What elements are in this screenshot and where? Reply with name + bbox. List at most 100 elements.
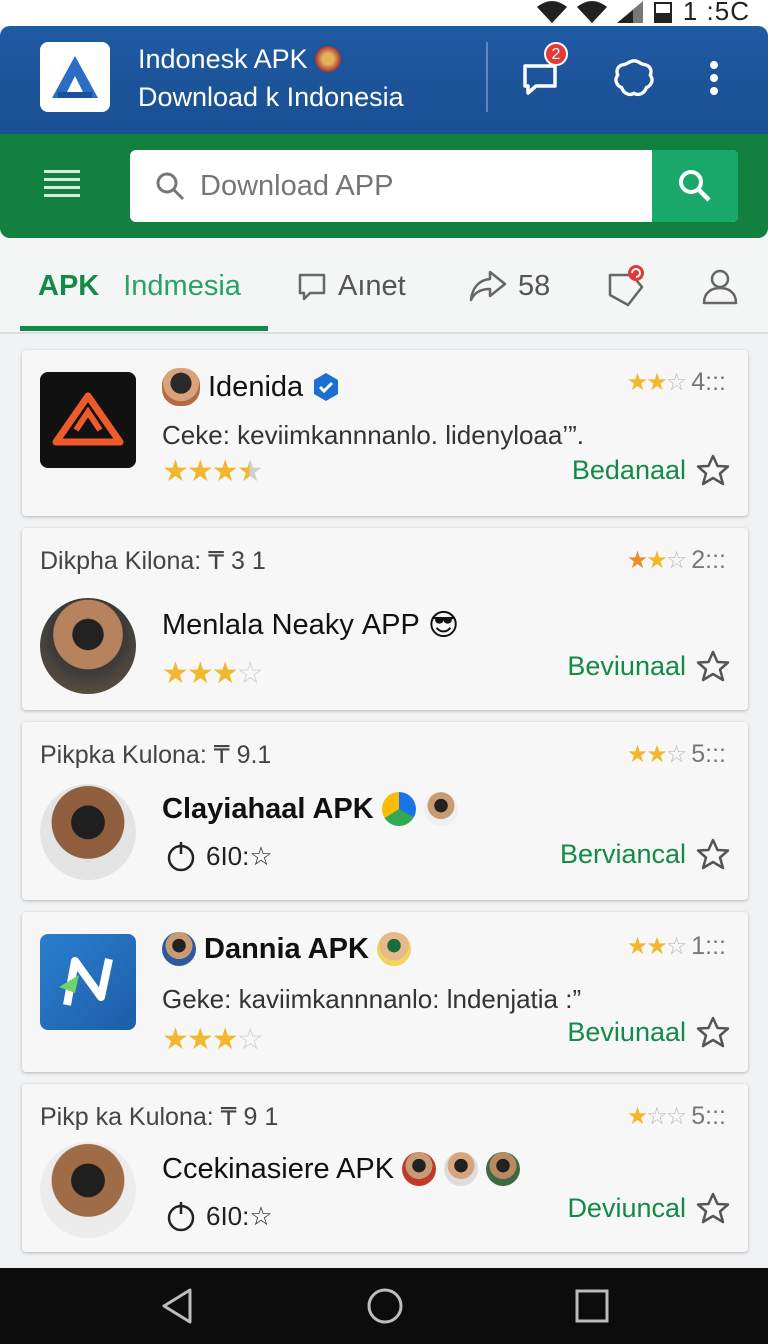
developer-avatar — [40, 598, 136, 694]
app-icon — [40, 372, 136, 468]
tab-apk[interactable]: APK Indmesia — [38, 238, 241, 334]
download-action-label: Berviancal — [559, 838, 686, 869]
tag-icon — [608, 265, 644, 307]
app-subtitle: Dikpha Kilona: ₸ 3 1 — [40, 547, 266, 575]
developer-avatar-small — [444, 1152, 479, 1186]
download-action[interactable]: Deviuncal — [567, 1192, 730, 1224]
app-header: Indonesk APK Download k Indonesia 2 — [0, 26, 768, 134]
mini-stars: ★★☆ — [626, 741, 687, 768]
rating-count: 4::: — [691, 368, 726, 396]
search-box — [130, 150, 738, 222]
header-divider — [486, 42, 488, 112]
app-card[interactable]: Pikpka Kulona: ₸ 9.1 ★★☆ 5::: Clayiahaal… — [22, 722, 748, 900]
download-action-label: Beviunaal — [567, 650, 686, 681]
hamburger-icon — [44, 170, 80, 197]
clock: 1 :5C — [682, 0, 750, 26]
timer-icon — [167, 1202, 195, 1232]
logo-a-icon — [52, 56, 98, 98]
app-name: Idenida — [162, 368, 341, 406]
favorite-star-icon — [696, 1016, 730, 1048]
app-subtitle: Pikpka Kulona: ₸ 9.1 — [40, 741, 272, 769]
mini-stars: ★★☆ — [626, 933, 687, 960]
mini-stars: ★☆☆ — [626, 1103, 688, 1130]
app-name-suffix: APP — [361, 609, 420, 641]
star-rating: ★★★★ — [162, 455, 264, 488]
cell-signal-icon — [616, 0, 643, 23]
chat-badge: 2 — [544, 42, 568, 66]
rating-summary: ★★☆ 4::: — [627, 368, 726, 397]
download-action-label: Beviunaal — [567, 1016, 686, 1047]
rating-count: 5::: — [691, 1102, 726, 1130]
tab-apk-label: APK — [38, 269, 100, 302]
app-card[interactable]: Idenida Ceke: keviimkannnanlo. lidenyloa… — [22, 350, 748, 516]
search-input[interactable] — [200, 150, 650, 222]
download-action[interactable]: Beviunaal — [567, 1016, 730, 1048]
favorite-star-icon — [696, 1192, 730, 1224]
status-icons: 1 :5C — [536, 0, 750, 27]
app-icon — [40, 934, 136, 1030]
tab-active-indicator — [20, 326, 268, 331]
overflow-menu-button[interactable] — [692, 56, 736, 100]
developer-avatar-small — [402, 1152, 437, 1186]
app-description: Geke: kaviimkannnanlo: lndenjatia :” — [162, 984, 582, 1014]
tab-profile[interactable] — [700, 238, 740, 334]
more-vertical-icon — [710, 61, 718, 95]
gear-icon — [614, 59, 654, 97]
rating-count: 2::: — [691, 546, 726, 574]
favorite-star-icon — [696, 838, 730, 870]
developer-avatar — [40, 784, 136, 880]
search-bar — [0, 134, 768, 238]
search-button[interactable] — [652, 150, 738, 222]
favorite-star-icon — [696, 454, 730, 486]
developer-avatar-small — [423, 792, 458, 826]
wifi-icon — [536, 0, 567, 23]
home-icon[interactable] — [365, 1286, 405, 1326]
mini-stars: ★★☆ — [626, 547, 687, 574]
emblem-icon — [315, 46, 342, 72]
app-card[interactable]: Dannia APK Geke: kaviimkannnanlo: lndenj… — [22, 912, 748, 1072]
search-icon — [156, 172, 185, 201]
rating-summary: ★★☆ 1::: — [627, 932, 726, 961]
download-action-label: Deviuncal — [567, 1192, 686, 1223]
rating-count: 5::: — [691, 740, 726, 768]
app-name: Menlala Neaky APP 😎 — [162, 608, 459, 643]
app-name-text: Menlala Neaky — [162, 609, 354, 641]
app-name: Ccekinasiere APK — [162, 1152, 521, 1186]
tab-comments-label: Aınet — [338, 269, 406, 302]
chat-button[interactable]: 2 — [518, 42, 568, 100]
rating-summary: ★☆☆ 5::: — [627, 1102, 726, 1131]
rating-summary: ★★☆ 2::: — [627, 546, 726, 575]
app-name: Clayiahaal APK — [162, 792, 458, 826]
settings-button[interactable] — [612, 56, 656, 100]
favorite-star-icon — [696, 650, 730, 682]
emoji-avatar-icon — [376, 932, 411, 966]
comment-icon — [298, 273, 326, 301]
app-title-line1: Indonesk APK — [138, 40, 404, 78]
star-rating: ★★★☆ — [162, 657, 264, 690]
app-name-text: Clayiahaal APK — [162, 792, 374, 825]
verified-badge-icon — [314, 373, 339, 401]
hamburger-menu-button[interactable] — [42, 166, 86, 206]
back-icon[interactable] — [158, 1286, 198, 1326]
mini-stars: ★★☆ — [626, 369, 687, 396]
app-name-text: Ccekinasiere APK — [162, 1152, 395, 1185]
tab-bar: APK Indmesia Aınet 58 — [0, 238, 768, 334]
tab-comments[interactable]: Aınet — [296, 238, 406, 334]
app-card[interactable]: Dikpha Kilona: ₸ 3 1 ★★☆ 2::: Menlala Ne… — [22, 528, 748, 710]
download-action[interactable]: Berviancal — [560, 838, 730, 870]
download-action[interactable]: Bedanaal — [572, 454, 730, 486]
app-subtitle: Download k Indonesia — [138, 82, 404, 112]
drive-icon — [381, 792, 416, 826]
app-name-text: Dannia APK — [204, 932, 369, 965]
tab-notifications[interactable] — [606, 238, 646, 334]
download-action[interactable]: Beviunaal — [567, 650, 730, 682]
app-logo[interactable] — [40, 42, 110, 112]
install-timer-text: 6I0:☆ — [206, 840, 273, 871]
recents-icon[interactable] — [572, 1286, 612, 1326]
sunglasses-emoji-icon: 😎 — [427, 609, 460, 642]
app-card[interactable]: Pikp ka Kulona: ₸ 9 1 ★☆☆ 5::: Ccekinasi… — [22, 1084, 748, 1252]
rating-count: 1::: — [691, 932, 726, 960]
tab-share[interactable]: 58 — [468, 238, 550, 334]
star-rating: ★★★☆ — [162, 1023, 264, 1056]
share-icon — [469, 270, 507, 302]
